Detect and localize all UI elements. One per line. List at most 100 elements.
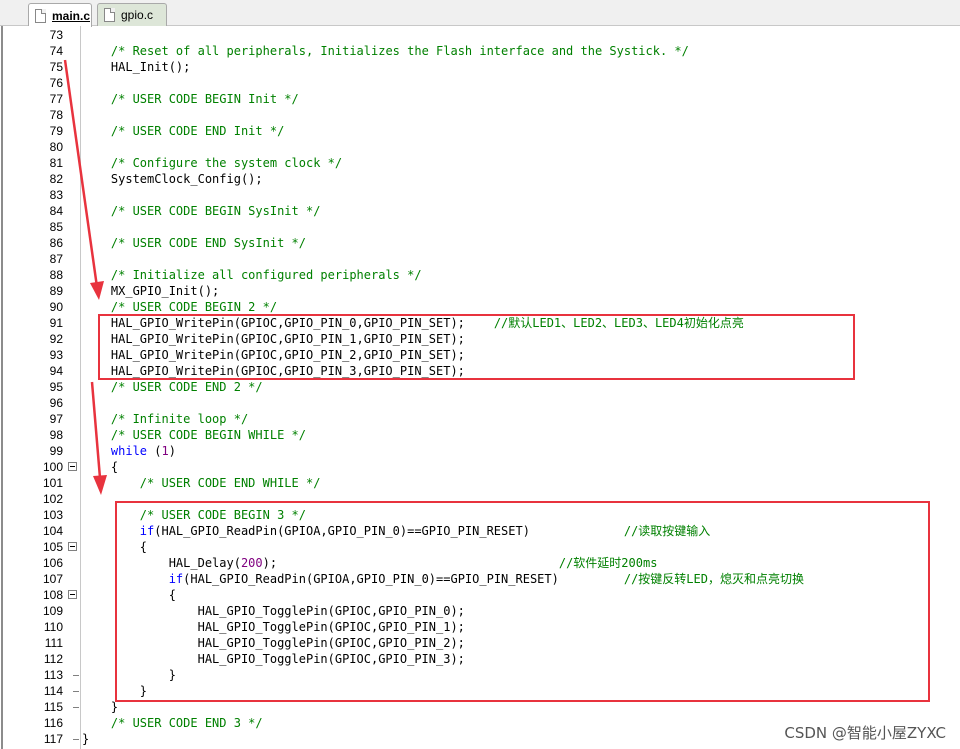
code-line[interactable]: 100 { [0, 459, 960, 475]
code-line[interactable]: 77 /* USER CODE BEGIN Init */ [0, 91, 960, 107]
code-text: /* USER CODE BEGIN SysInit */ [82, 203, 321, 219]
code-comment: /* USER CODE BEGIN SysInit */ [110, 204, 321, 218]
line-number: 102 [42, 492, 63, 506]
line-number: 73 [49, 28, 63, 42]
code-comment: /* Reset of all peripherals, Initializes… [110, 44, 689, 58]
line-number: 110 [43, 620, 63, 634]
code-line[interactable]: 101 /* USER CODE END WHILE */ [0, 475, 960, 491]
code-line[interactable]: 99 while (1) [0, 443, 960, 459]
code-line[interactable]: 96 [0, 395, 960, 411]
line-number: 80 [49, 140, 63, 154]
line-number: 100 [42, 460, 63, 474]
csdn-watermark: CSDN @智能小屋ZYXC [784, 724, 946, 742]
line-number: 87 [49, 252, 63, 266]
tab-label: gpio.c [121, 8, 154, 22]
line-number: 93 [49, 348, 63, 362]
code-line[interactable]: 75 HAL_Init(); [0, 59, 960, 75]
code-line[interactable]: 86 /* USER CODE END SysInit */ [0, 235, 960, 251]
line-number: 86 [49, 236, 63, 250]
line-number: 99 [49, 444, 63, 458]
line-number: 114 [43, 684, 63, 698]
code-text: /* Infinite loop */ [82, 411, 248, 427]
code-text: /* Reset of all peripherals, Initializes… [82, 43, 689, 59]
line-number: 113 [43, 668, 63, 682]
line-number: 89 [49, 284, 63, 298]
code-line[interactable]: 79 /* USER CODE END Init */ [0, 123, 960, 139]
code-line[interactable]: 90 /* USER CODE BEGIN 2 */ [0, 299, 960, 315]
line-number: 88 [49, 268, 63, 282]
code-text: SystemClock_Config(); [82, 171, 263, 187]
fold-collapse-icon[interactable] [68, 462, 77, 471]
line-number: 75 [49, 60, 63, 74]
code-comment: /* USER CODE END 2 */ [110, 380, 263, 394]
code-number: 1 [161, 444, 169, 458]
code-text: { [82, 459, 118, 475]
code-comment: /* Infinite loop */ [110, 412, 249, 426]
fold-collapse-icon[interactable] [68, 542, 77, 551]
code-text: /* Configure the system clock */ [82, 155, 342, 171]
code-token: SystemClock_Config(); [82, 172, 263, 186]
code-line[interactable]: 84 /* USER CODE BEGIN SysInit */ [0, 203, 960, 219]
code-line[interactable]: 89 MX_GPIO_Init(); [0, 283, 960, 299]
code-line[interactable]: 82 SystemClock_Config(); [0, 171, 960, 187]
fold-collapse-icon[interactable] [68, 590, 77, 599]
code-line[interactable]: 76 [0, 75, 960, 91]
code-line[interactable]: 80 [0, 139, 960, 155]
code-line[interactable]: 83 [0, 187, 960, 203]
line-number: 84 [49, 204, 63, 218]
line-number: 101 [42, 476, 63, 490]
line-number: 107 [42, 572, 63, 586]
line-number: 78 [49, 108, 63, 122]
line-number: 108 [42, 588, 63, 602]
line-number: 79 [49, 124, 63, 138]
line-number: 77 [49, 92, 63, 106]
code-line[interactable]: 97 /* Infinite loop */ [0, 411, 960, 427]
code-line[interactable]: 98 /* USER CODE BEGIN WHILE */ [0, 427, 960, 443]
fold-end-marker [73, 675, 79, 676]
line-number: 81 [49, 156, 63, 170]
code-line[interactable]: 73 [0, 27, 960, 43]
line-number: 117 [43, 732, 63, 746]
tab-main-c[interactable]: main.c [28, 3, 92, 27]
code-comment: /* USER CODE END 3 */ [110, 716, 263, 730]
code-keyword: while [110, 444, 148, 458]
code-comment: /* Configure the system clock */ [110, 156, 343, 170]
code-text: /* USER CODE END Init */ [82, 123, 284, 139]
fold-end-marker [73, 707, 79, 708]
line-number: 104 [42, 524, 63, 538]
code-comment: /* USER CODE BEGIN 2 */ [110, 300, 278, 314]
code-line[interactable]: 81 /* Configure the system clock */ [0, 155, 960, 171]
fold-end-marker [73, 739, 79, 740]
code-line[interactable]: 78 [0, 107, 960, 123]
code-line[interactable]: 74 /* Reset of all peripherals, Initiali… [0, 43, 960, 59]
line-number: 85 [49, 220, 63, 234]
code-line[interactable]: 88 /* Initialize all configured peripher… [0, 267, 960, 283]
code-text: HAL_Init(); [82, 59, 190, 75]
code-line[interactable]: 87 [0, 251, 960, 267]
line-number: 96 [49, 396, 63, 410]
code-comment: /* USER CODE END SysInit */ [110, 236, 306, 250]
line-number: 74 [49, 44, 63, 58]
code-text: /* USER CODE END 3 */ [82, 715, 263, 731]
code-line[interactable]: 85 [0, 219, 960, 235]
tab-label: main.c [52, 8, 91, 23]
code-text: /* USER CODE BEGIN WHILE */ [82, 427, 306, 443]
line-number: 83 [49, 188, 63, 202]
code-token: MX_GPIO_Init(); [82, 284, 220, 298]
c-file-icon [35, 8, 46, 23]
code-comment: /* Initialize all configured peripherals… [110, 268, 422, 282]
code-token: } [82, 732, 90, 746]
tab-gpio-c[interactable]: gpio.c [97, 3, 167, 26]
code-line[interactable]: 95 /* USER CODE END 2 */ [0, 379, 960, 395]
code-text: /* USER CODE BEGIN Init */ [82, 91, 299, 107]
line-number: 97 [49, 412, 63, 426]
